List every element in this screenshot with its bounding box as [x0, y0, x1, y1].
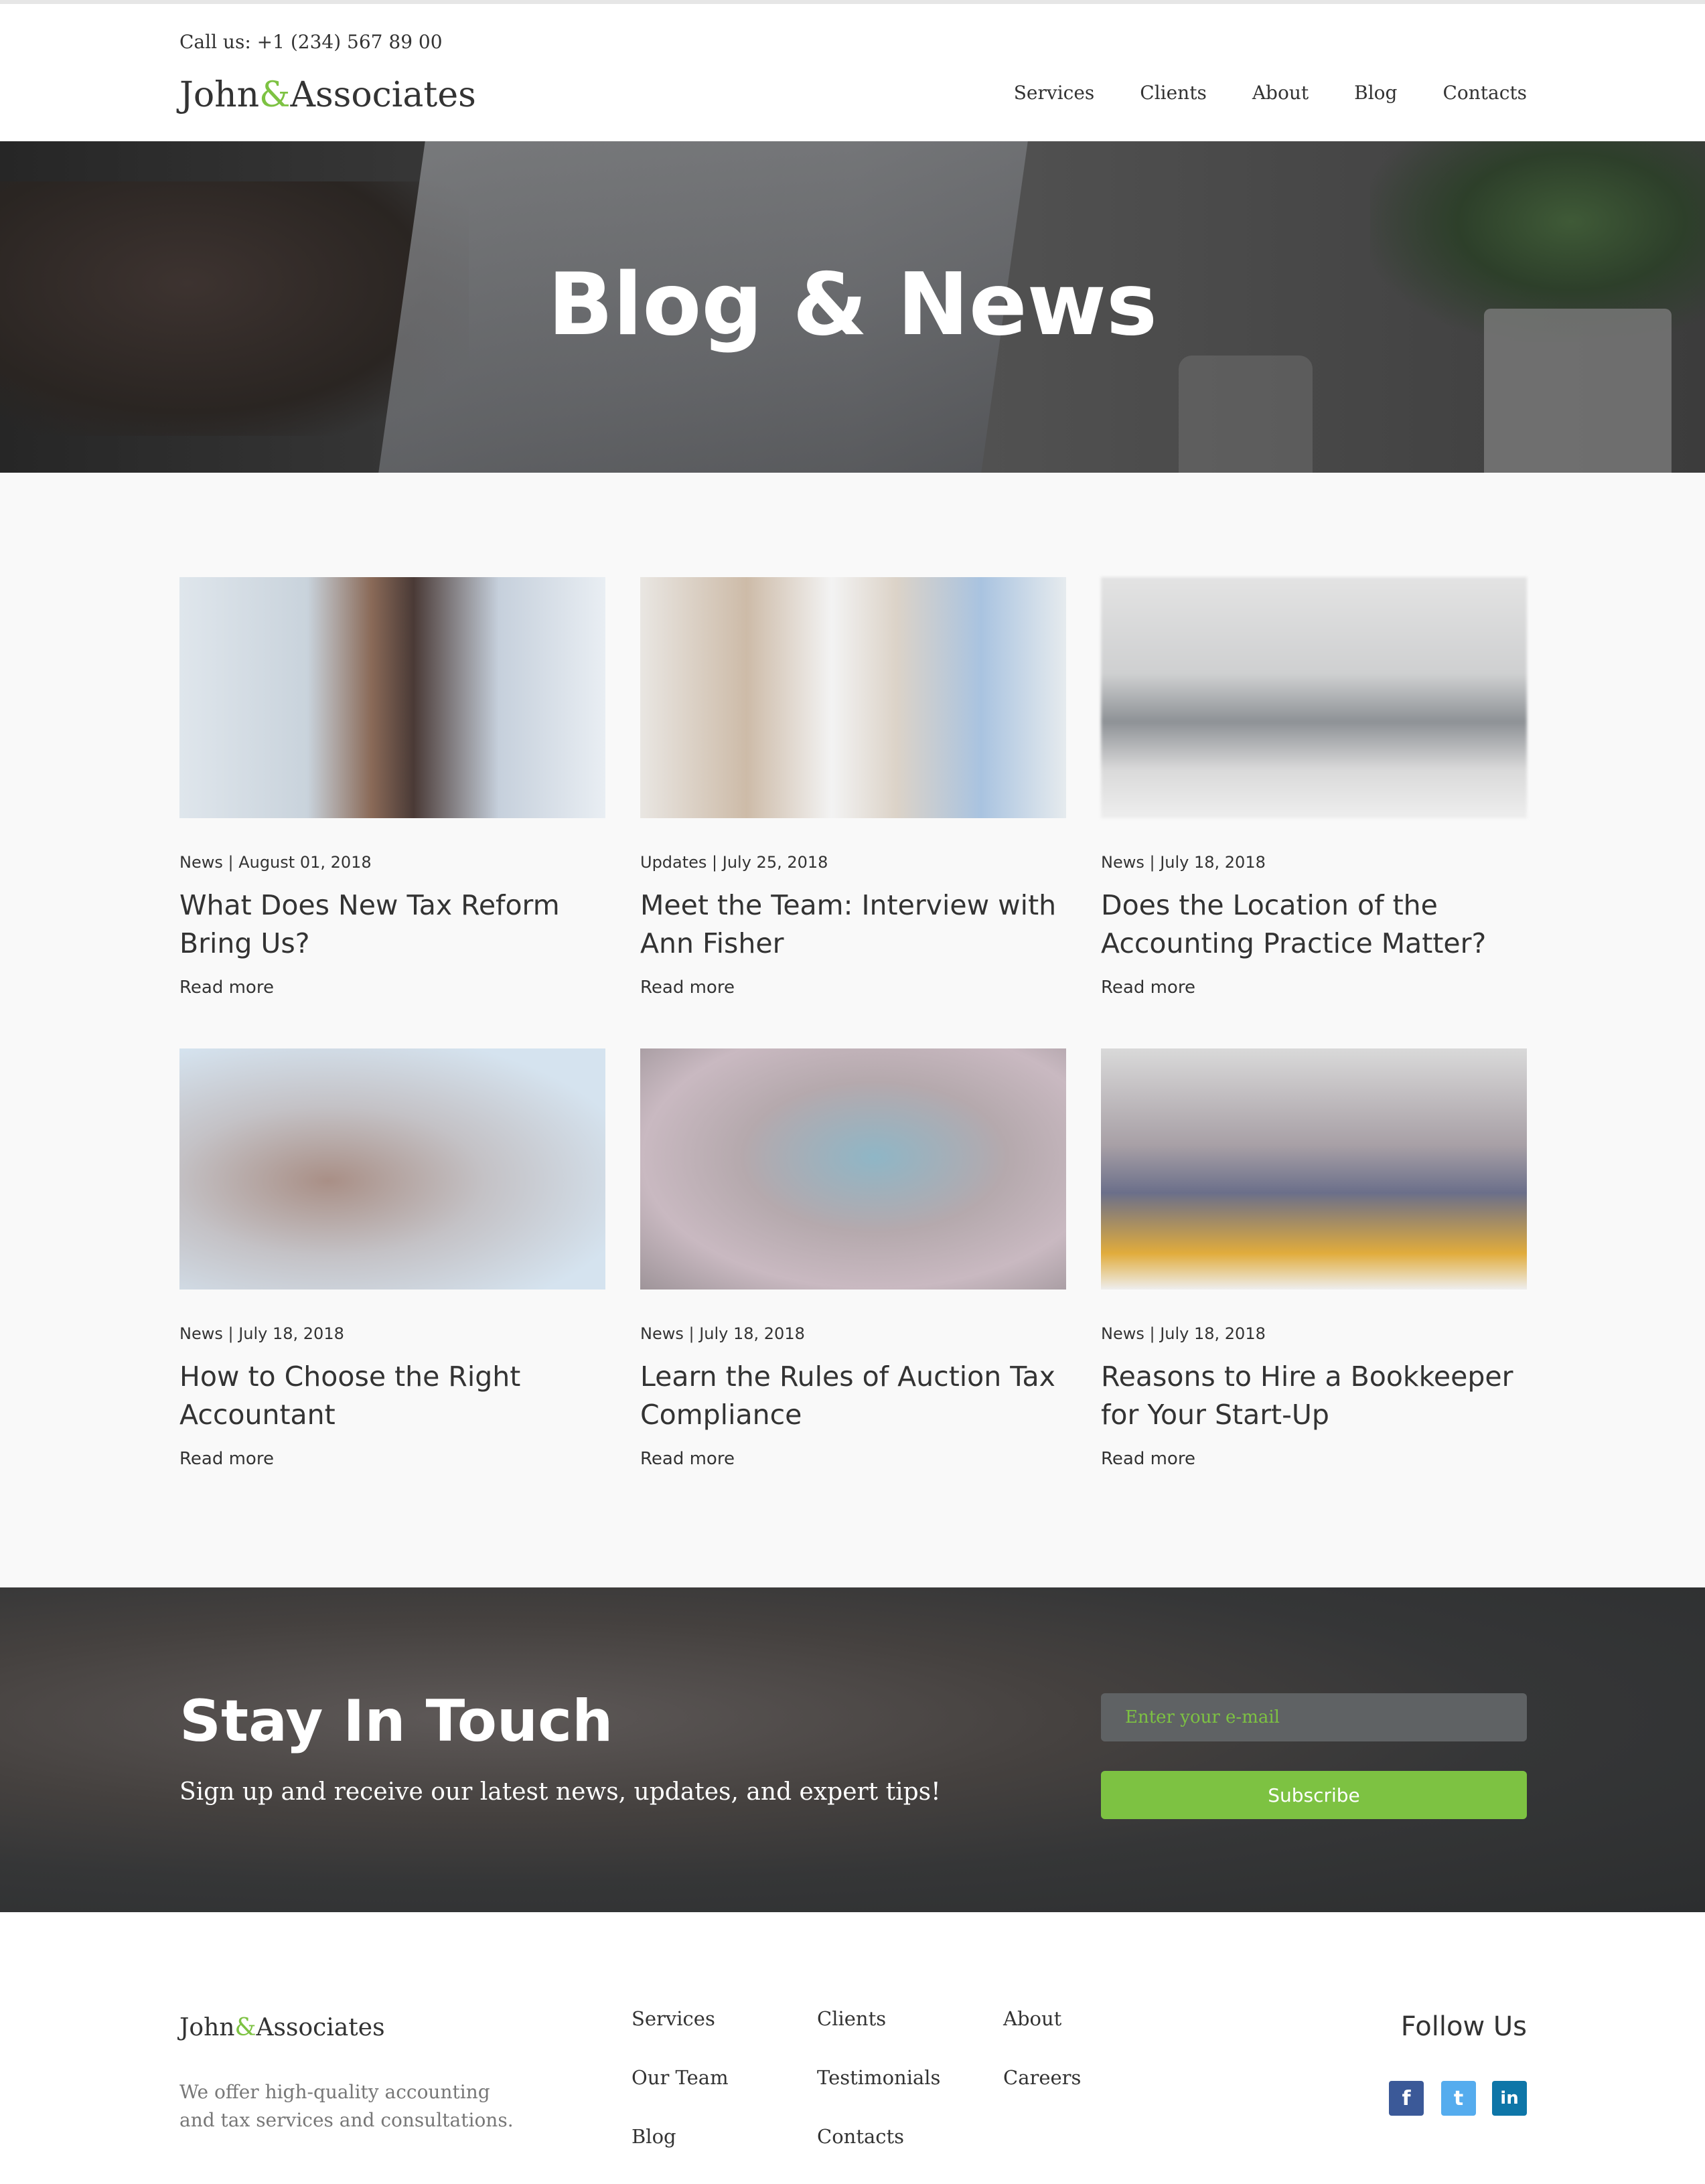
post-card: News | July 18, 2018 Does the Location o…	[1101, 577, 1527, 998]
read-more-link[interactable]: Read more	[179, 978, 605, 998]
post-card: Updates | July 25, 2018 Meet the Team: I…	[640, 577, 1066, 998]
footer-link-testimonials[interactable]: Testimonials	[817, 2066, 940, 2125]
footer-link-services[interactable]: Services	[632, 2007, 729, 2066]
footer-logo-ampersand: &	[234, 2014, 256, 2041]
post-meta: News | July 18, 2018	[1101, 1324, 1266, 1343]
nav-clients[interactable]: Clients	[1140, 82, 1207, 104]
page-title: Blog & News	[547, 255, 1158, 355]
logo-ampersand: &	[259, 75, 291, 115]
post-thumbnail[interactable]	[640, 577, 1066, 818]
posts-section: News | August 01, 2018 What Does New Tax…	[0, 473, 1705, 1587]
footer-link-blog[interactable]: Blog	[632, 2125, 729, 2184]
nav-blog[interactable]: Blog	[1354, 82, 1397, 104]
read-more-link[interactable]: Read more	[1101, 978, 1527, 998]
post-title[interactable]: How to Choose the Right Accountant	[179, 1358, 605, 1434]
post-thumbnail[interactable]	[179, 1048, 605, 1290]
read-more-link[interactable]: Read more	[179, 1449, 605, 1469]
post-title[interactable]: Learn the Rules of Auction Tax Complianc…	[640, 1358, 1066, 1434]
footer-logo[interactable]: John&Associates	[179, 2014, 385, 2041]
post-card: News | July 18, 2018 Learn the Rules of …	[640, 1048, 1066, 1469]
read-more-link[interactable]: Read more	[640, 978, 1066, 998]
post-meta: News | August 01, 2018	[179, 853, 372, 872]
nav-about[interactable]: About	[1252, 82, 1309, 104]
logo-right: Associates	[290, 75, 476, 115]
post-thumbnail[interactable]	[179, 577, 605, 818]
follow-us-title: Follow Us	[1400, 2011, 1527, 2042]
post-meta: News | July 18, 2018	[1101, 853, 1266, 872]
post-title[interactable]: Does the Location of the Accounting Prac…	[1101, 886, 1527, 963]
post-card: News | August 01, 2018 What Does New Tax…	[179, 577, 605, 998]
read-more-link[interactable]: Read more	[640, 1449, 1066, 1469]
footer-links-col-1: Services Our Team Blog	[632, 2007, 729, 2184]
footer-logo-left: John	[179, 2014, 235, 2041]
logo-left: John	[179, 75, 260, 115]
footer-link-contacts[interactable]: Contacts	[817, 2125, 940, 2184]
post-thumbnail[interactable]	[1101, 1048, 1527, 1290]
post-meta: Updates | July 25, 2018	[640, 853, 828, 872]
post-meta: News | July 18, 2018	[640, 1324, 805, 1343]
twitter-icon[interactable]: t	[1441, 2081, 1476, 2116]
footer-description: We offer high-quality accounting and tax…	[179, 2081, 514, 2131]
footer-links-col-3: About Careers	[1003, 2007, 1081, 2125]
read-more-link[interactable]: Read more	[1101, 1449, 1527, 1469]
hero-banner: Blog & News	[0, 141, 1705, 473]
call-us-text: Call us: +1 (234) 567 89 00	[179, 31, 443, 53]
post-meta: News | July 18, 2018	[179, 1324, 344, 1343]
post-title[interactable]: What Does New Tax Reform Bring Us?	[179, 886, 605, 963]
newsletter-section: Stay In Touch Sign up and receive our la…	[0, 1587, 1705, 1912]
site-footer: John&Associates We offer high-quality ac…	[0, 1912, 1705, 2148]
post-thumbnail[interactable]	[640, 1048, 1066, 1290]
post-thumbnail[interactable]	[1101, 577, 1527, 818]
site-header: Call us: +1 (234) 567 89 00 John&Associa…	[0, 4, 1705, 141]
linkedin-icon[interactable]: in	[1492, 2081, 1527, 2116]
footer-links-col-2: Clients Testimonials Contacts	[817, 2007, 940, 2184]
newsletter-title: Stay In Touch	[179, 1688, 613, 1755]
newsletter-subtitle: Sign up and receive our latest news, upd…	[179, 1778, 941, 1806]
site-logo[interactable]: John&Associates	[179, 75, 476, 115]
footer-link-careers[interactable]: Careers	[1003, 2066, 1081, 2125]
footer-link-our-team[interactable]: Our Team	[632, 2066, 729, 2125]
hero-cup-image	[1179, 356, 1313, 473]
main-nav: Services Clients About Blog Contacts	[968, 82, 1527, 104]
post-card: News | July 18, 2018 How to Choose the R…	[179, 1048, 605, 1469]
facebook-icon[interactable]: f	[1389, 2081, 1424, 2116]
post-card: News | July 18, 2018 Reasons to Hire a B…	[1101, 1048, 1527, 1469]
post-title[interactable]: Meet the Team: Interview with Ann Fisher	[640, 886, 1066, 963]
subscribe-button[interactable]: Subscribe	[1101, 1771, 1527, 1819]
post-title[interactable]: Reasons to Hire a Bookkeeper for Your St…	[1101, 1358, 1527, 1434]
footer-logo-right: Associates	[256, 2014, 385, 2041]
nav-contacts[interactable]: Contacts	[1442, 82, 1527, 104]
footer-link-clients[interactable]: Clients	[817, 2007, 940, 2066]
email-input[interactable]	[1101, 1693, 1527, 1741]
footer-link-about[interactable]: About	[1003, 2007, 1081, 2066]
nav-services[interactable]: Services	[1014, 82, 1095, 104]
